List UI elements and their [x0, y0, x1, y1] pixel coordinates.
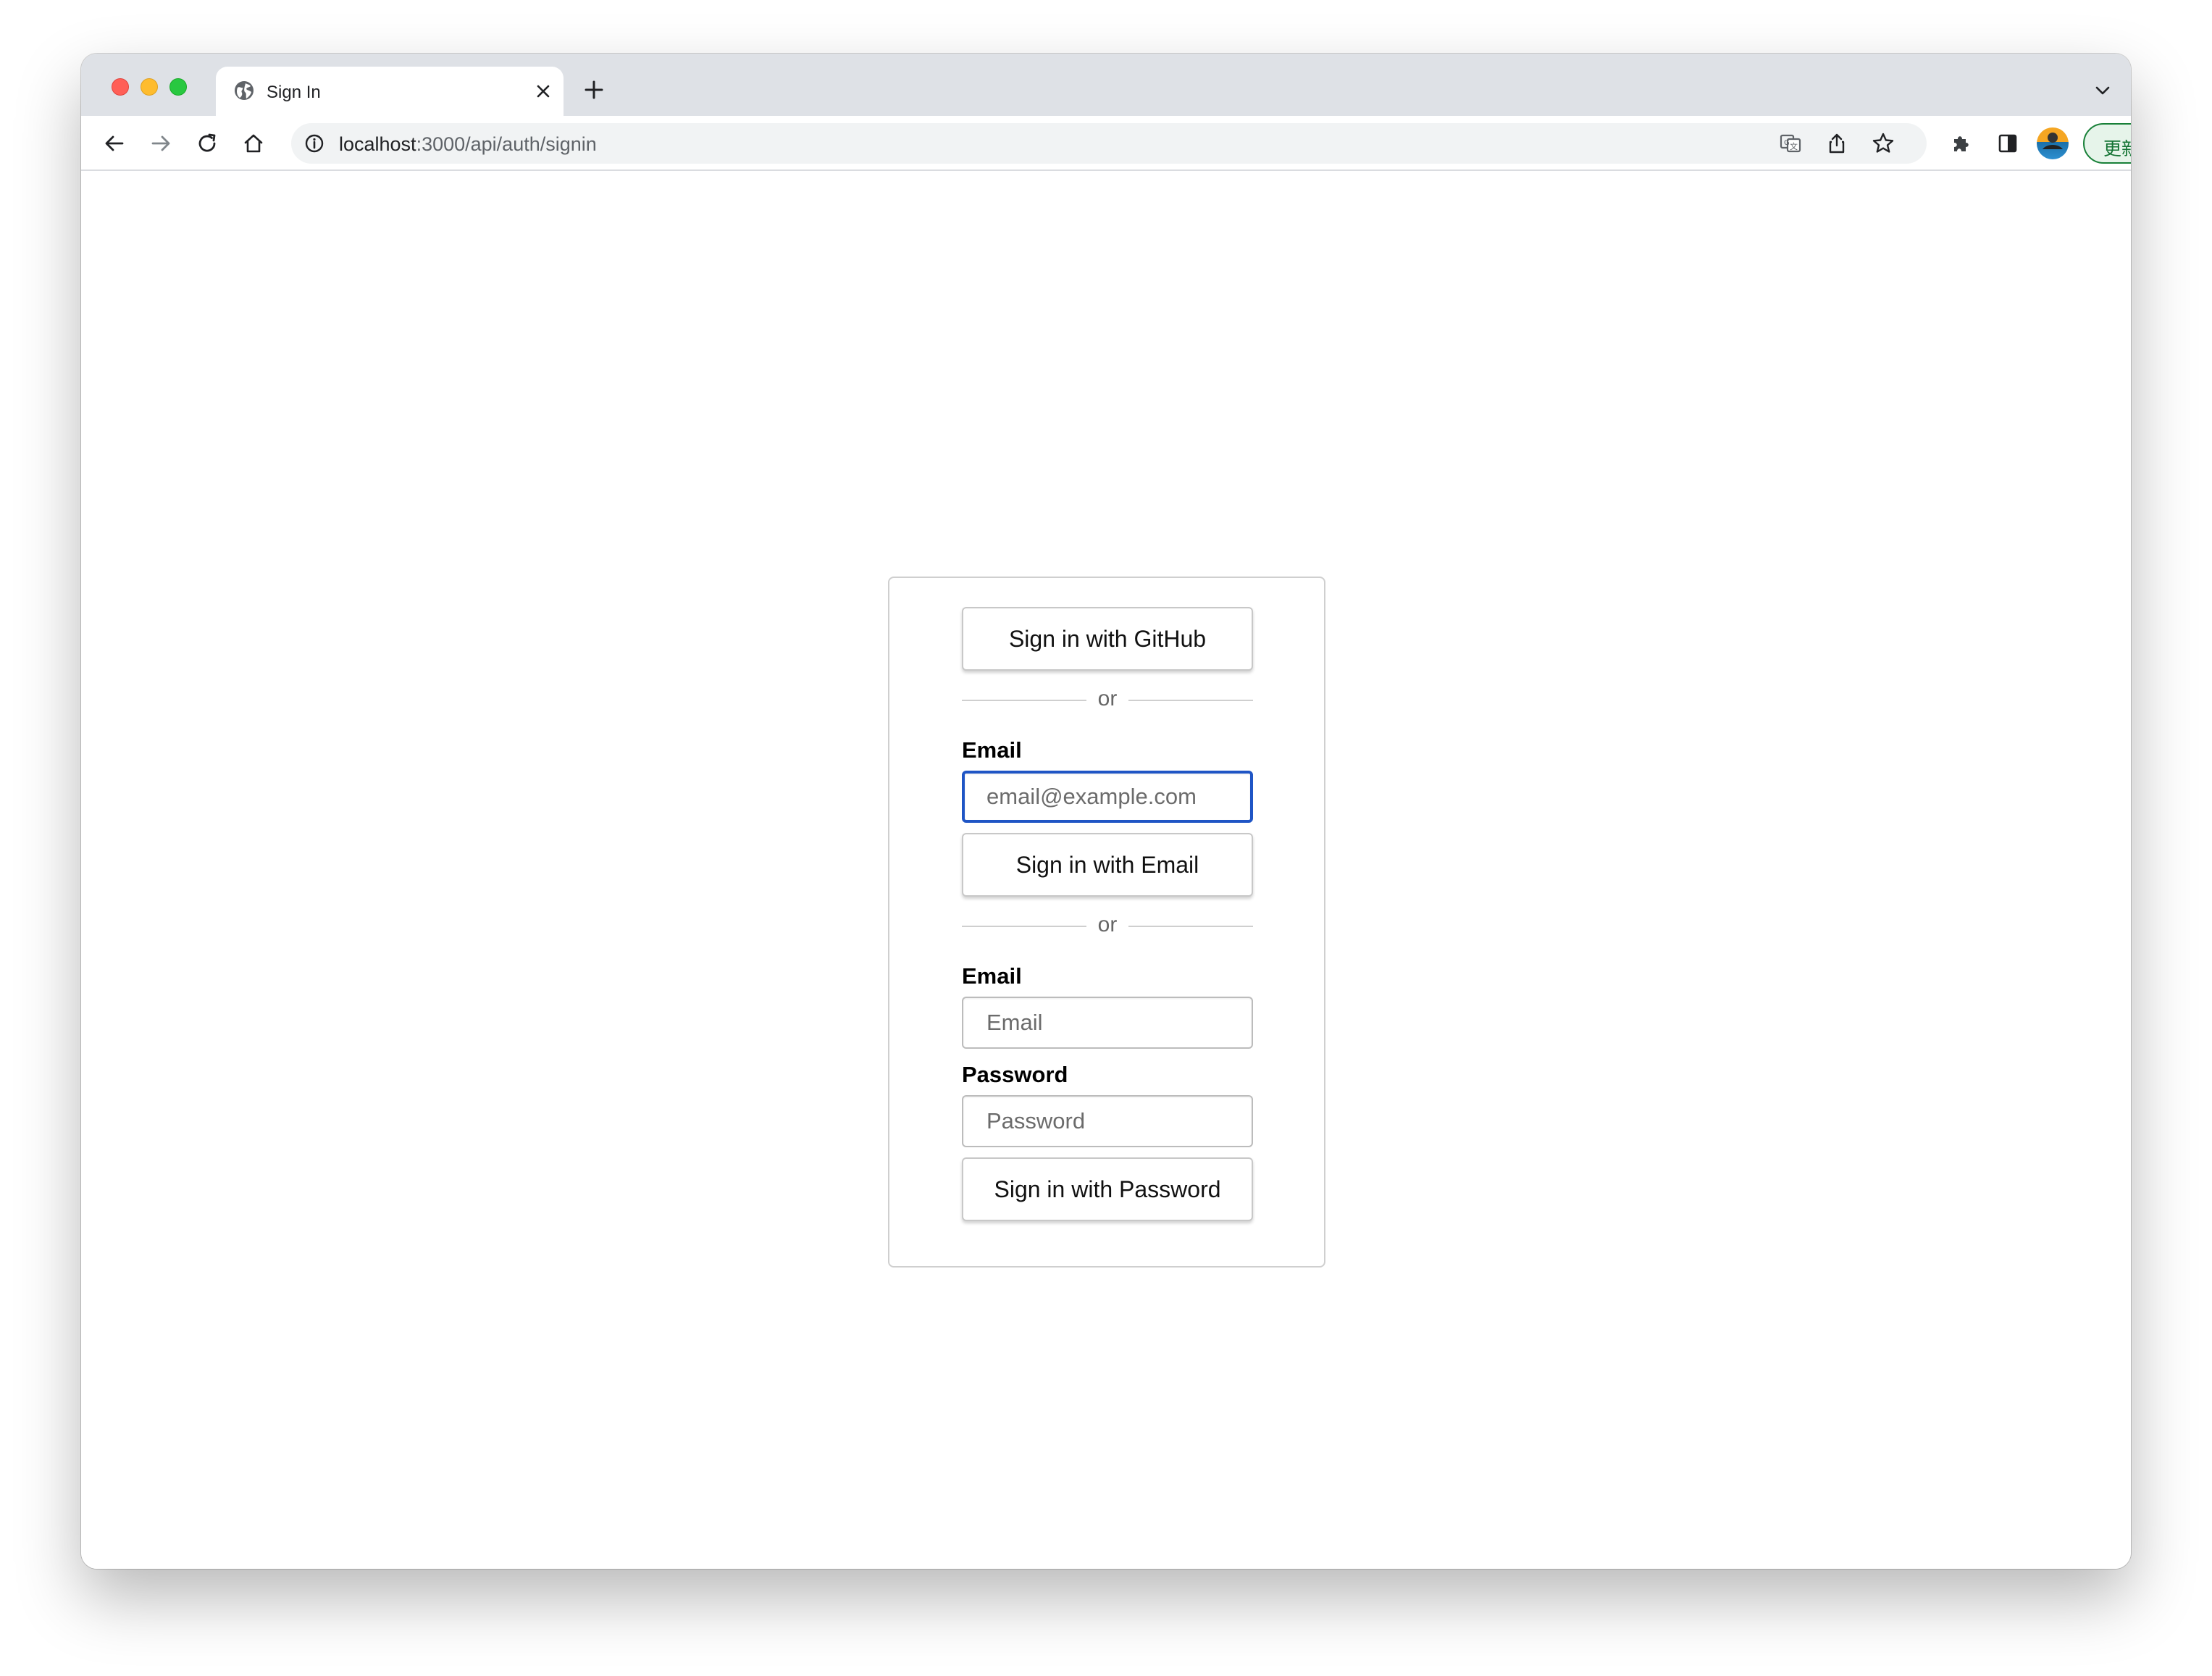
window-minimize-button[interactable] — [141, 78, 158, 96]
share-icon[interactable] — [1825, 132, 1848, 155]
forward-icon[interactable] — [143, 126, 178, 161]
star-icon[interactable] — [1872, 132, 1895, 155]
svg-text:G: G — [1784, 139, 1790, 147]
divider-text: or — [1097, 687, 1118, 711]
url-host: localhost — [339, 133, 416, 155]
browser-window: Sign In localhost:3000/api/auth/signin G… — [81, 54, 2131, 1569]
email-field[interactable] — [962, 771, 1253, 823]
avatar[interactable] — [2037, 127, 2069, 159]
tab-bar: Sign In — [81, 54, 2131, 116]
email-signin-button[interactable]: Sign in with Email — [962, 833, 1253, 897]
sidepanel-icon[interactable] — [1990, 126, 2025, 161]
close-icon[interactable] — [533, 81, 553, 101]
password-signin-button[interactable]: Sign in with Password — [962, 1157, 1253, 1221]
password-label: Password — [962, 1062, 1068, 1087]
info-icon[interactable] — [304, 133, 324, 154]
tab-title: Sign In — [267, 83, 321, 102]
address-bar[interactable]: localhost:3000/api/auth/signin G文 — [291, 123, 1927, 164]
globe-icon — [233, 80, 255, 101]
page-content: Sign in with GitHub or Email Sign in wit… — [81, 171, 2131, 1569]
browser-toolbar: localhost:3000/api/auth/signin G文 更新 — [81, 116, 2131, 171]
or-divider: or — [962, 911, 1253, 940]
github-signin-button[interactable]: Sign in with GitHub — [962, 607, 1253, 671]
tab-sign-in[interactable]: Sign In — [216, 67, 564, 116]
puzzle-icon[interactable] — [1944, 126, 1979, 161]
back-icon[interactable] — [97, 126, 132, 161]
home-icon[interactable] — [236, 126, 271, 161]
divider-text: or — [1097, 913, 1118, 937]
divider-line — [1128, 700, 1253, 701]
update-button[interactable]: 更新 — [2083, 123, 2131, 164]
credentials-email-field[interactable] — [962, 997, 1253, 1049]
plus-icon[interactable] — [581, 77, 607, 103]
divider-line — [1128, 926, 1253, 927]
url-text: localhost:3000/api/auth/signin — [339, 133, 597, 156]
url-path: :3000/api/auth/signin — [416, 133, 597, 155]
svg-text:文: 文 — [1790, 141, 1798, 151]
window-maximize-button[interactable] — [169, 78, 187, 96]
password-field[interactable] — [962, 1095, 1253, 1147]
translate-icon[interactable]: G文 — [1779, 132, 1802, 155]
signin-card: Sign in with GitHub or Email Sign in wit… — [888, 577, 1325, 1268]
credentials-email-label: Email — [962, 963, 1022, 989]
email-label: Email — [962, 737, 1022, 763]
or-divider: or — [962, 685, 1253, 714]
chevron-down-icon[interactable] — [2092, 80, 2113, 101]
update-label: 更新 — [2103, 138, 2131, 159]
reload-icon[interactable] — [190, 126, 225, 161]
window-close-button[interactable] — [112, 78, 129, 96]
